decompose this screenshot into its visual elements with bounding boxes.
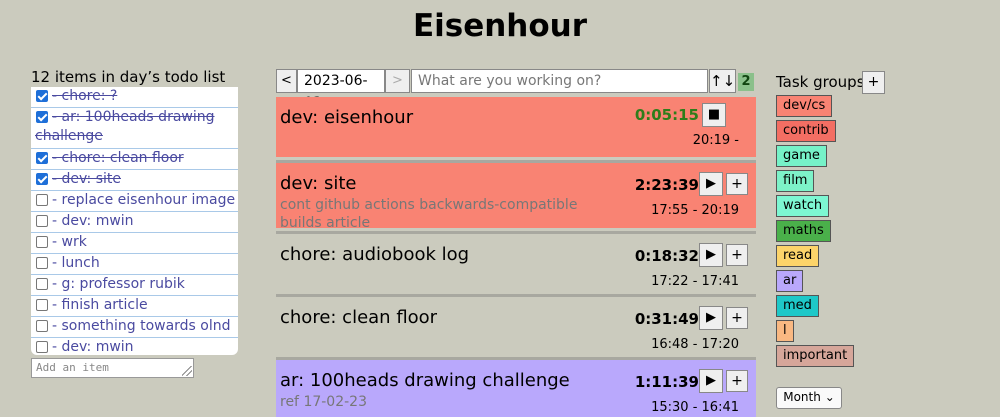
todo-item[interactable]: - dev: site — [31, 170, 238, 191]
todo-item[interactable]: - finish article — [31, 296, 238, 317]
todo-list: - chore: ? - ar: 100heads drawing challen… — [31, 87, 238, 355]
todo-item[interactable]: - g: professor rubik — [31, 275, 238, 296]
add-entry-button[interactable]: + — [726, 173, 748, 195]
running-count-badge: 2 — [738, 73, 754, 91]
todo-item[interactable]: - something towards olnd — [31, 317, 238, 338]
entry-title[interactable]: chore: audiobook log — [280, 244, 469, 265]
date-input[interactable]: 2023-06-03 — [297, 69, 385, 111]
todo-checkbox[interactable] — [36, 194, 48, 206]
entry-time-range: 17:55 - 20:19 — [651, 203, 739, 218]
stop-icon[interactable]: ■ — [702, 103, 726, 127]
task-group-tag[interactable]: game — [776, 145, 827, 167]
todo-checkbox[interactable] — [36, 215, 48, 227]
todo-checkbox[interactable] — [36, 257, 48, 269]
todo-checkbox[interactable] — [36, 341, 48, 353]
chevron-down-icon: ⌄ — [824, 390, 835, 404]
entry-description: cont github actions backwards-compatible… — [280, 197, 578, 231]
todo-item-text: - ar: 100heads drawing challenge — [35, 109, 215, 144]
todo-item[interactable]: - dev: mwin — [31, 338, 238, 355]
entry-description: ref 17-02-23 — [280, 394, 367, 410]
todo-checkbox[interactable] — [36, 111, 48, 123]
entry-title[interactable]: dev: eisenhour — [280, 107, 413, 128]
add-item-placeholder: Add an item — [36, 361, 109, 374]
todo-item[interactable]: - lunch — [31, 254, 238, 275]
todo-item-text: - chore: ? — [52, 88, 118, 104]
time-entry[interactable]: chore: audiobook log 0:18:32 17:22 - 17:41… — [276, 231, 756, 291]
time-entry[interactable]: dev: eisenhour 0:05:15 20:19 - ■ — [276, 97, 756, 157]
task-groups-label: Task groups — [776, 73, 865, 91]
sort-button[interactable]: ↑↓ — [709, 69, 736, 93]
entry-title[interactable]: dev: site — [280, 173, 356, 194]
todo-item[interactable]: - dev: mwin — [31, 212, 238, 233]
play-icon[interactable]: ▶ — [699, 306, 723, 330]
task-group-tag[interactable]: l — [776, 320, 794, 342]
add-item-input[interactable]: Add an item — [31, 358, 194, 378]
entry-duration: 2:23:39 — [634, 176, 699, 194]
todo-item-text: - dev: mwin — [52, 213, 134, 229]
todo-item-text: - replace eisenhour image — [52, 192, 236, 208]
todo-checkbox[interactable] — [36, 90, 48, 102]
page-title: Eisenhour — [412, 8, 588, 44]
task-group-tag[interactable]: ar — [776, 270, 804, 292]
task-group-tag[interactable]: watch — [776, 195, 830, 217]
period-label: Month — [783, 390, 821, 404]
next-day-button[interactable]: > — [385, 69, 410, 93]
todo-item-text: - wrk — [52, 234, 87, 250]
todo-checkbox[interactable] — [36, 173, 48, 185]
entry-time-range: 20:19 - — [692, 133, 739, 148]
todo-item-text: - lunch — [52, 255, 100, 271]
time-entry[interactable]: dev: site cont github actions backwards-c… — [276, 160, 756, 231]
todo-checkbox[interactable] — [36, 152, 48, 164]
task-group-tag[interactable]: dev/cs — [776, 95, 833, 117]
todo-item[interactable]: - ar: 100heads drawing challenge — [31, 108, 238, 149]
todo-checkbox[interactable] — [36, 320, 48, 332]
entry-time-range: 15:30 - 16:41 — [651, 400, 739, 415]
todo-item-text: - dev: site — [52, 171, 121, 187]
task-group-tag[interactable]: read — [776, 245, 820, 267]
todo-checkbox[interactable] — [36, 236, 48, 248]
todo-count-label: 12 items in day’s todo list — [31, 68, 226, 86]
todo-item[interactable]: - chore: clean floor — [31, 149, 238, 170]
task-group-tag[interactable]: important — [776, 345, 855, 367]
todo-item-text: - dev: mwin — [52, 339, 134, 355]
entry-duration: 1:11:39 — [634, 373, 699, 391]
entry-title[interactable]: ar: 100heads drawing challenge — [280, 370, 570, 391]
play-icon[interactable]: ▶ — [699, 172, 723, 196]
play-icon[interactable]: ▶ — [699, 243, 723, 267]
time-entry[interactable]: ar: 100heads drawing challenge ref 17-02-… — [276, 357, 756, 417]
task-group-tag[interactable]: maths — [776, 220, 831, 242]
task-group-tag[interactable]: contrib — [776, 120, 836, 142]
work-input[interactable]: What are you working on? — [411, 69, 708, 93]
entry-time-range: 17:22 - 17:41 — [651, 274, 739, 289]
todo-item-text: - finish article — [52, 297, 148, 313]
todo-checkbox[interactable] — [36, 299, 48, 311]
task-group-tag[interactable]: med — [776, 295, 819, 317]
play-icon[interactable]: ▶ — [699, 369, 723, 393]
todo-item[interactable]: - chore: ? — [31, 87, 238, 108]
entry-duration: 0:05:15 — [634, 106, 699, 124]
todo-item-text: - something towards olnd — [52, 318, 231, 334]
entry-duration: 0:18:32 — [634, 247, 699, 265]
add-group-button[interactable]: + — [862, 71, 885, 94]
entry-title[interactable]: chore: clean floor — [280, 307, 437, 328]
todo-item[interactable]: - wrk — [31, 233, 238, 254]
time-entry[interactable]: chore: clean floor 0:31:49 16:48 - 17:20 ▶ + — [276, 294, 756, 354]
add-entry-button[interactable]: + — [726, 307, 748, 329]
entry-time-range: 16:48 - 17:20 — [651, 337, 739, 352]
resize-grip-icon[interactable] — [182, 366, 192, 376]
add-entry-button[interactable]: + — [726, 244, 748, 266]
period-select[interactable]: Month ⌄ — [776, 387, 842, 409]
prev-day-button[interactable]: < — [276, 69, 297, 93]
task-group-tag[interactable]: film — [776, 170, 815, 192]
todo-item-text: - g: professor rubik — [52, 276, 185, 292]
todo-item[interactable]: - replace eisenhour image — [31, 191, 238, 212]
add-entry-button[interactable]: + — [726, 370, 748, 392]
entry-duration: 0:31:49 — [634, 310, 699, 328]
todo-checkbox[interactable] — [36, 278, 48, 290]
todo-item-text: - chore: clean floor — [52, 150, 184, 166]
